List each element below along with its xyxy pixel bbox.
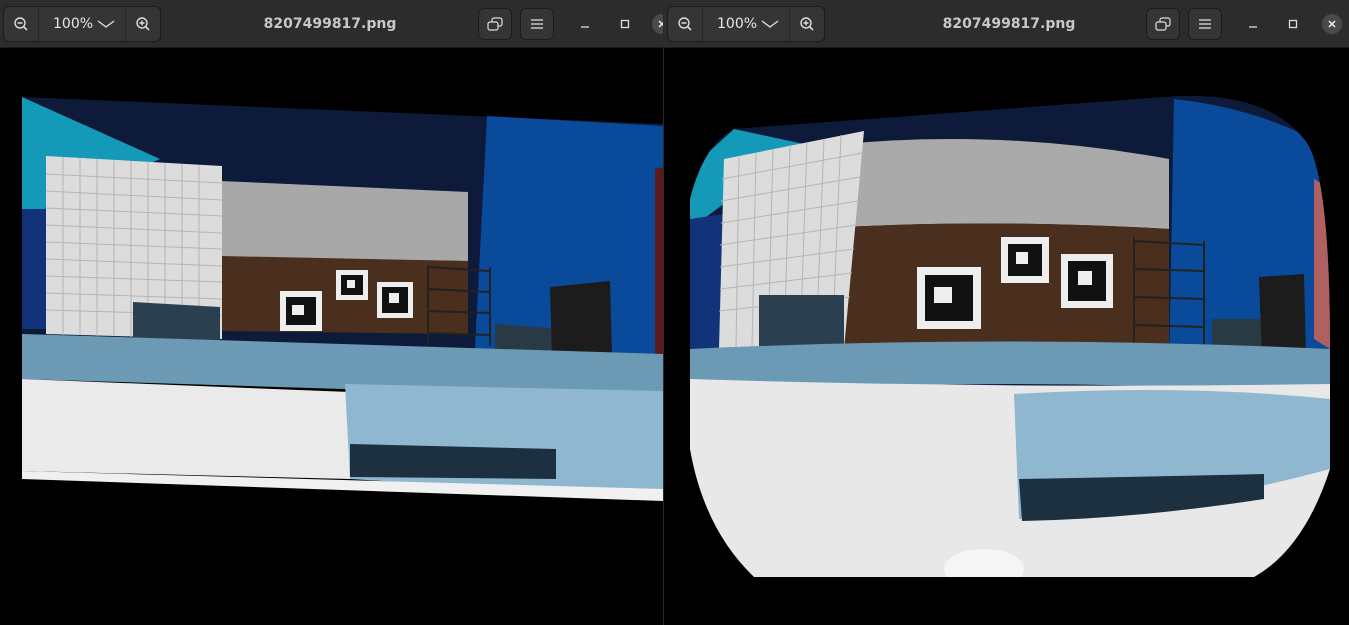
image-viewer-window-left: 100% 8207499817.png — [0, 0, 663, 625]
zoom-in-button[interactable] — [126, 7, 160, 41]
zoom-out-button[interactable] — [4, 7, 38, 41]
hamburger-menu-icon — [531, 19, 543, 29]
maximize-icon — [620, 19, 630, 29]
minimize-icon — [1249, 26, 1257, 28]
maximize-button[interactable] — [615, 14, 635, 34]
zoom-level-dropdown[interactable]: 100% — [702, 7, 790, 41]
main-menu-button[interactable] — [1188, 8, 1222, 40]
main-menu-button[interactable] — [520, 8, 554, 40]
fullscreen-icon — [1155, 17, 1171, 31]
window-title: 8207499817.png — [942, 16, 1076, 32]
close-icon — [1328, 20, 1336, 28]
maximize-button[interactable] — [1283, 14, 1303, 34]
minimize-button[interactable] — [1243, 14, 1263, 34]
zoom-controls: 100% — [3, 6, 161, 42]
maximize-icon — [1288, 19, 1298, 29]
zoom-in-button[interactable] — [790, 7, 824, 41]
close-button[interactable] — [1322, 14, 1342, 34]
zoom-level-value: 100% — [717, 16, 758, 32]
zoom-controls: 100% — [667, 6, 825, 42]
zoom-in-icon — [136, 17, 150, 31]
zoom-in-icon — [800, 17, 814, 31]
fullscreen-button[interactable] — [1146, 8, 1180, 40]
chevron-down-icon — [97, 20, 115, 28]
image-canvas[interactable] — [0, 49, 663, 625]
minimize-icon — [581, 26, 589, 28]
zoom-level-value: 100% — [53, 16, 94, 32]
chevron-down-icon — [761, 20, 779, 28]
displayed-image — [22, 97, 663, 501]
window-title: 8207499817.png — [263, 16, 397, 32]
fullscreen-button[interactable] — [478, 8, 512, 40]
displayed-image — [690, 95, 1330, 578]
zoom-out-icon — [14, 17, 28, 31]
zoom-level-dropdown[interactable]: 100% — [38, 7, 126, 41]
fullscreen-icon — [487, 17, 503, 31]
header-bar: 100% 8207499817.png — [0, 0, 663, 48]
zoom-out-icon — [678, 17, 692, 31]
header-bar: 100% 8207499817.png — [664, 0, 1349, 48]
zoom-out-button[interactable] — [668, 7, 702, 41]
minimize-button[interactable] — [575, 14, 595, 34]
close-button[interactable] — [652, 14, 663, 34]
image-viewer-window-right: 100% 8207499817.png — [664, 0, 1349, 625]
hamburger-menu-icon — [1199, 19, 1211, 29]
image-canvas[interactable] — [664, 49, 1349, 625]
